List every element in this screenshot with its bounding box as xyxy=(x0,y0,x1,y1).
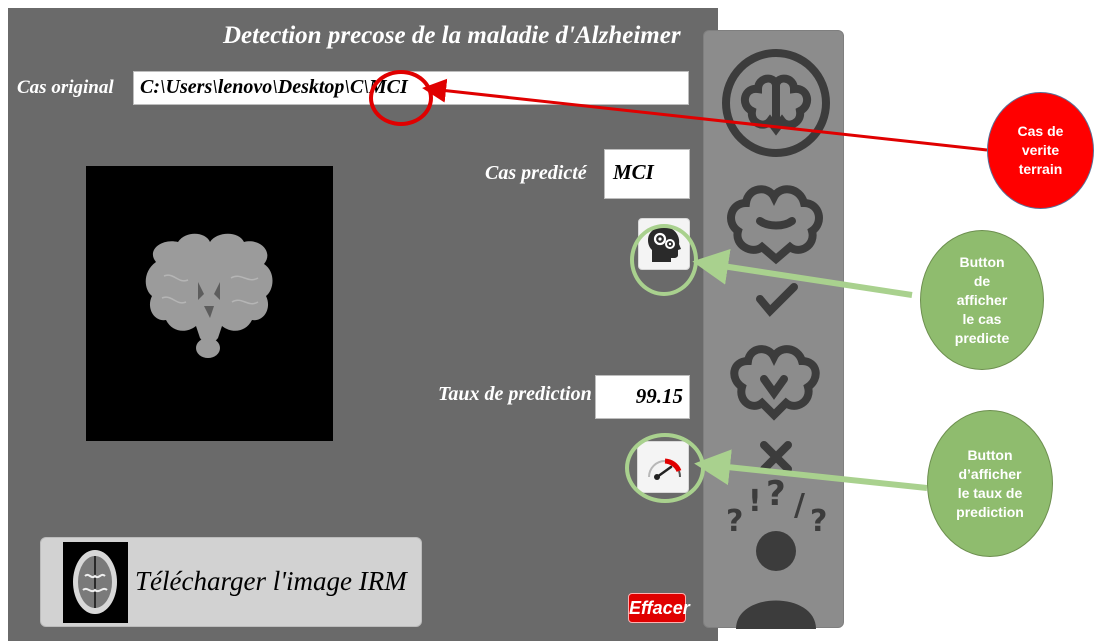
svg-text:/: / xyxy=(794,488,805,523)
mri-image xyxy=(86,166,333,441)
brain-axial-thumbnail xyxy=(73,550,117,614)
mri-thumbnail xyxy=(63,542,128,623)
page-title: Detection precose de la maladie d'Alzhei… xyxy=(223,22,681,49)
prediction-rate-field[interactable]: 99.15 xyxy=(595,375,690,419)
predict-button-callout: Button de afficher le cas predicte xyxy=(920,230,1044,370)
clear-button[interactable]: Effacer xyxy=(628,593,690,623)
upload-mri-button[interactable]: Télécharger l'image IRM xyxy=(40,537,422,627)
prediction-rate-label: Taux de prediction xyxy=(438,383,592,405)
original-case-label: Cas original xyxy=(17,77,114,98)
predicted-case-label: Cas predicté xyxy=(485,162,587,184)
side-panel-illustrations: ? ! ? / ? xyxy=(722,49,830,629)
svg-text:?: ? xyxy=(766,474,786,514)
upload-mri-label: Télécharger l'image IRM xyxy=(135,566,407,596)
brain-icon xyxy=(722,49,830,157)
svg-text:?: ? xyxy=(726,504,743,539)
predict-button-highlight xyxy=(630,224,698,296)
side-icon-panel: ? ! ? / ? xyxy=(703,30,844,629)
ground-truth-highlight xyxy=(369,70,433,126)
brain-check-icon xyxy=(727,185,823,317)
rate-button-callout: Button d’afficher le taux de prediction xyxy=(927,410,1053,557)
svg-text:?: ? xyxy=(810,504,827,539)
brain-cross-icon xyxy=(730,345,820,473)
predicted-case-field[interactable]: MCI xyxy=(604,149,690,199)
ground-truth-callout: Cas de verite terrain xyxy=(987,92,1094,209)
svg-text:!: ! xyxy=(748,484,762,519)
rate-button-highlight xyxy=(625,433,705,503)
brain-scan-image xyxy=(145,233,273,358)
confused-person-icon: ? ! ? / ? xyxy=(726,474,827,629)
